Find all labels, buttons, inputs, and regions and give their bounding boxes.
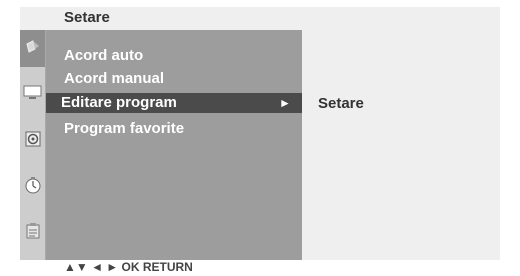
menu-item-auto-tuning[interactable]: Acord auto: [64, 46, 143, 66]
setup-icon[interactable]: [20, 30, 45, 67]
menu-sidebar: [20, 30, 46, 260]
menu-item-manual-tuning[interactable]: Acord manual: [64, 69, 164, 89]
sound-icon[interactable]: [20, 120, 45, 157]
submenu-panel: [302, 30, 500, 260]
submenu-arrow-icon: ►: [279, 96, 291, 110]
options-icon[interactable]: [20, 212, 45, 249]
time-icon[interactable]: [20, 166, 45, 203]
menu-item-favorite-program[interactable]: Program favorite: [64, 119, 184, 139]
submenu-label: Setare: [318, 95, 364, 112]
picture-icon[interactable]: [20, 74, 45, 111]
navigation-hint: ▲▼ ◄ ► OK RETURN: [64, 260, 193, 274]
menu-item-program-edit[interactable]: Editare program: [61, 93, 177, 113]
menu-title: Setare: [64, 9, 110, 26]
